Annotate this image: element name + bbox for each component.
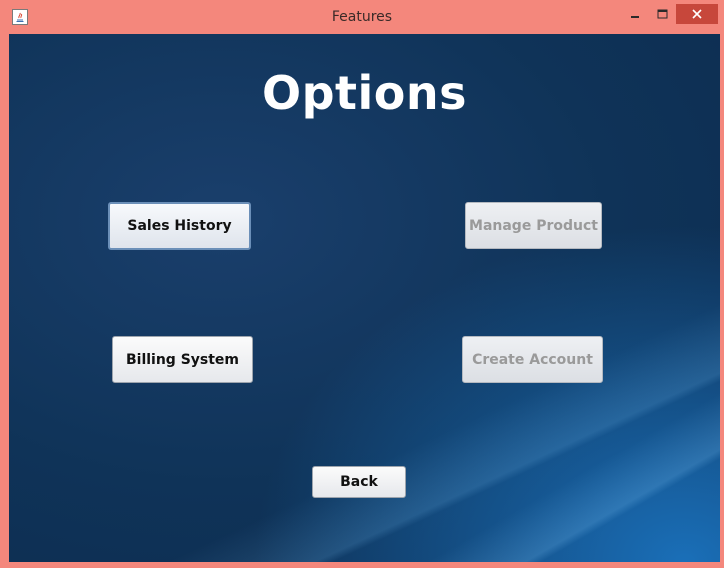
maximize-button[interactable] — [650, 4, 674, 24]
content-panel: Options Sales History Manage Product Bil… — [9, 34, 720, 562]
create-account-button[interactable]: Create Account — [462, 336, 603, 383]
application-window: Features Options Sales History Manage Pr… — [0, 0, 724, 568]
back-button[interactable]: Back — [312, 466, 406, 498]
close-icon — [692, 9, 702, 19]
maximize-icon — [657, 9, 667, 19]
window-title: Features — [331, 9, 393, 25]
sales-history-button[interactable]: Sales History — [108, 202, 251, 250]
close-button[interactable] — [676, 4, 718, 24]
page-title: Options — [261, 66, 468, 120]
manage-product-button[interactable]: Manage Product — [465, 202, 602, 249]
title-bar[interactable]: Features — [0, 0, 724, 34]
minimize-icon — [631, 16, 639, 18]
minimize-button[interactable] — [624, 4, 646, 24]
billing-system-button[interactable]: Billing System — [112, 336, 253, 383]
